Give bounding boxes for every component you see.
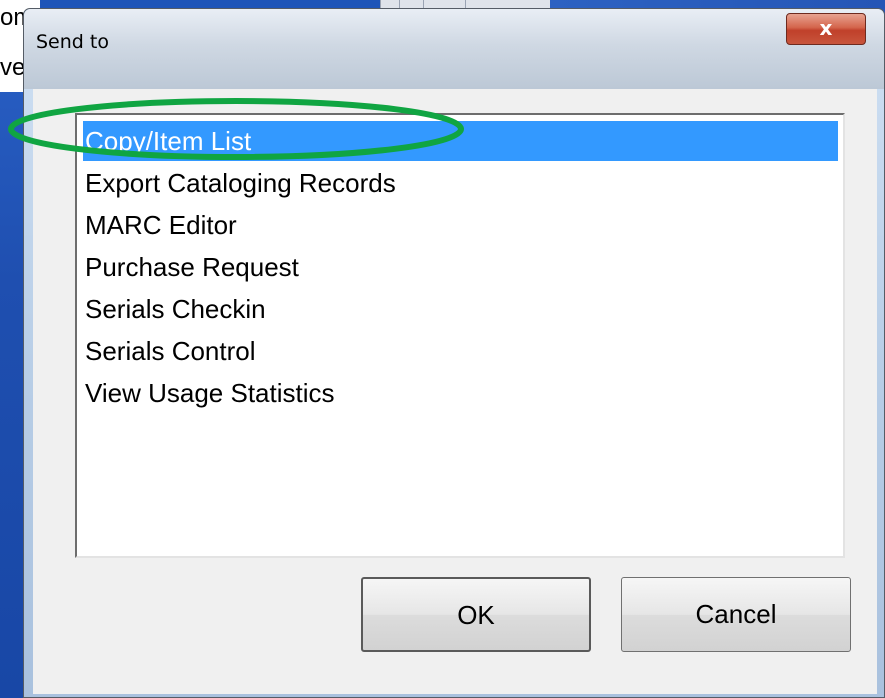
ok-button[interactable]: OK — [361, 577, 591, 652]
send-to-dialog: Send to x Copy/Item List Export Catalogi… — [23, 8, 885, 698]
close-button[interactable]: x — [786, 13, 866, 45]
dialog-client-area: Copy/Item List Export Cataloging Records… — [33, 89, 877, 694]
close-icon: x — [819, 16, 833, 40]
list-item-view-usage-statistics[interactable]: View Usage Statistics — [83, 373, 838, 413]
list-item-copy-item-list[interactable]: Copy/Item List — [83, 121, 838, 161]
list-item-serials-checkin[interactable]: Serials Checkin — [83, 289, 838, 329]
cancel-button[interactable]: Cancel — [621, 577, 851, 652]
list-item-marc-editor[interactable]: MARC Editor — [83, 205, 838, 245]
send-to-listbox[interactable]: Copy/Item List Export Cataloging Records… — [75, 113, 845, 558]
list-item-serials-control[interactable]: Serials Control — [83, 331, 838, 371]
list-item-purchase-request[interactable]: Purchase Request — [83, 247, 838, 287]
dialog-title: Send to — [36, 31, 109, 53]
dialog-title-bar[interactable]: Send to x — [24, 9, 884, 89]
list-item-export-cataloging-records[interactable]: Export Cataloging Records — [83, 163, 838, 203]
